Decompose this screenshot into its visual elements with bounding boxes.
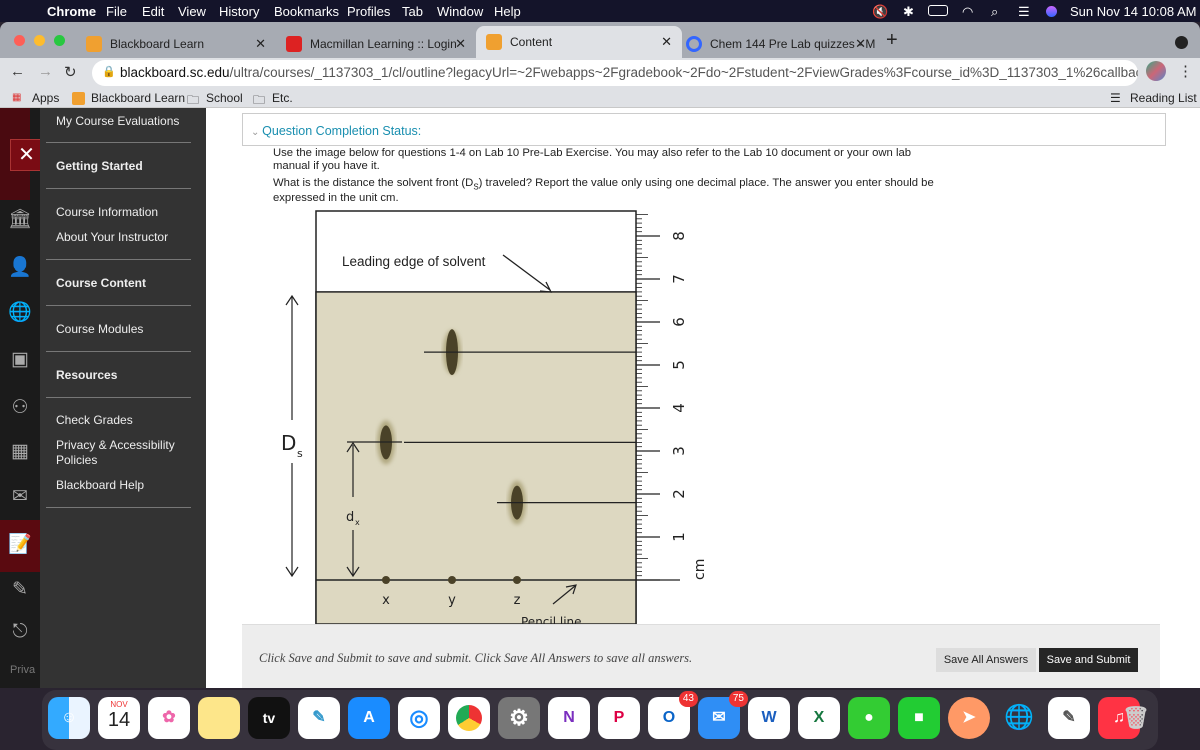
dock-notes[interactable] — [198, 697, 240, 739]
dock: ☺ NOV 14 ✿ tv ✎ A ◎ ⚙ N P O 43 ✉ 75 W X ● ■… — [42, 690, 1158, 750]
save-and-submit-button[interactable]: Save and Submit — [1039, 648, 1138, 672]
dock-powerpoint[interactable]: P — [598, 697, 640, 739]
dock-mail[interactable]: ✉ 75 — [698, 691, 748, 739]
lane-label-x: x — [382, 593, 390, 608]
ruler — [636, 214, 660, 581]
dock-textedit[interactable]: ✎ — [298, 697, 340, 739]
ds-label: D — [281, 431, 296, 455]
dock-safari[interactable]: ◎ — [398, 697, 440, 739]
dock-finder[interactable]: ☺ — [48, 697, 90, 739]
dock-trash[interactable]: 🗑 — [1120, 697, 1152, 739]
ruler-label-1: 1 — [670, 532, 688, 542]
save-all-answers-button[interactable]: Save All Answers — [936, 648, 1036, 672]
ruler-label-4: 4 — [670, 403, 688, 413]
solvent-wetted-region — [315, 291, 637, 625]
origin-dot-y — [448, 576, 456, 584]
submit-instructions: Click Save and Submit to save and submit… — [259, 651, 693, 665]
submit-bar: Click Save and Submit to save and submit… — [242, 624, 1160, 688]
dock-excel[interactable]: X — [798, 697, 840, 739]
dock-outlook[interactable]: O 43 — [648, 691, 698, 739]
ruler-unit-label: cm — [692, 559, 708, 580]
ruler-label-6: 6 — [670, 317, 688, 327]
leading-edge-label: Leading edge of solvent — [342, 254, 486, 269]
ruler-label-7: 7 — [670, 274, 688, 284]
dock-network-utility[interactable]: 🌐 — [998, 697, 1040, 739]
dx-subscript: x — [355, 518, 360, 527]
dock-facetime[interactable]: ■ — [898, 697, 940, 739]
origin-dot-x — [382, 576, 390, 584]
dock-calendar[interactable]: NOV 14 — [98, 697, 140, 739]
dock-apple-tv[interactable]: tv — [248, 697, 290, 739]
ruler-label-5: 5 — [670, 360, 688, 370]
dock-messages[interactable]: ● — [848, 697, 890, 739]
dock-chrome[interactable] — [448, 697, 490, 739]
dock-system-preferences[interactable]: ⚙ — [498, 697, 540, 739]
origin-dot-z — [513, 576, 521, 584]
dock-photos[interactable]: ✿ — [148, 697, 190, 739]
ruler-label-3: 3 — [670, 446, 688, 456]
lane-label-z: z — [514, 593, 521, 608]
dock-app-store[interactable]: A — [348, 697, 390, 739]
ruler-label-8: 8 — [670, 231, 688, 241]
ruler-label-2: 2 — [670, 489, 688, 499]
dock-send-app[interactable]: ➤ — [948, 697, 990, 739]
dock-onenote[interactable]: N — [548, 697, 590, 739]
outlook-badge: 43 — [678, 691, 698, 707]
ds-subscript: s — [297, 447, 303, 460]
dock-script-editor[interactable]: ✎ — [1048, 697, 1090, 739]
dock-word[interactable]: W — [748, 697, 790, 739]
mail-badge: 75 — [728, 691, 748, 707]
dx-label: d — [346, 510, 354, 525]
lane-label-y: y — [448, 593, 456, 608]
